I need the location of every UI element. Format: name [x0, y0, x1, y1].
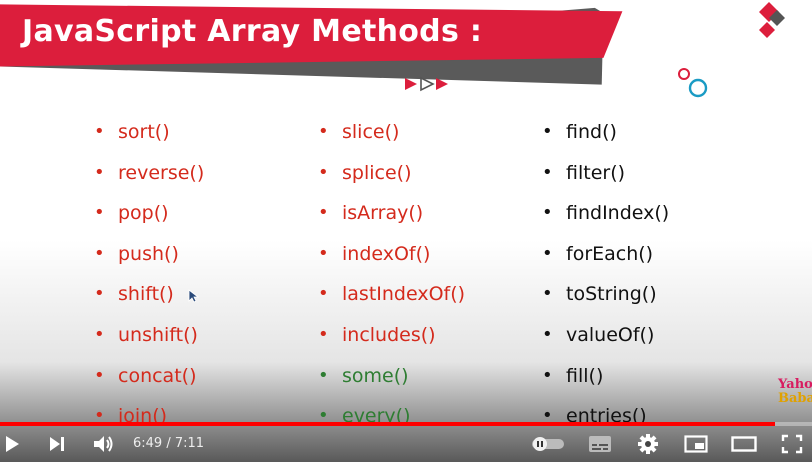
volume-button[interactable]: [90, 426, 118, 462]
play-icon: [6, 436, 19, 452]
diamond-logo-icon: [759, 2, 785, 38]
bullet-icon: •: [94, 121, 105, 142]
bullet-icon: •: [94, 283, 105, 305]
method-name: fill(): [566, 364, 604, 387]
bullet-icon: •: [542, 121, 553, 142]
autoplay-toggle[interactable]: [530, 426, 566, 462]
method-list-item: • valueOf(): [542, 317, 669, 358]
fullscreen-button[interactable]: [778, 426, 806, 462]
bullet-icon: •: [318, 323, 329, 345]
method-list-item: • concat(): [94, 358, 204, 399]
watermark-line-1: Yahoo: [778, 377, 812, 392]
bullet-icon: •: [318, 202, 329, 224]
bullet-icon: •: [542, 202, 553, 224]
method-name: unshift(): [118, 323, 198, 346]
triple-arrow-icon: [405, 76, 448, 92]
method-name: splice(): [342, 161, 412, 184]
next-icon: [50, 437, 64, 451]
bullet-icon: •: [542, 242, 553, 264]
method-name: forEach(): [566, 242, 654, 265]
bullet-icon: •: [94, 161, 105, 183]
method-name: isArray(): [342, 202, 424, 225]
method-list-column-1: • sort() • reverse() • pop() • push() • shift() • u…: [94, 114, 204, 439]
method-list-item: • sort(): [94, 114, 204, 155]
method-list-item: • find(): [542, 114, 669, 155]
channel-watermark: Yahoo Baba: [778, 378, 812, 406]
player-controls: [0, 426, 812, 462]
next-button[interactable]: [44, 426, 70, 462]
settings-gear-icon: [638, 434, 658, 454]
method-list-item: • fill(): [542, 358, 669, 399]
bullet-icon: •: [542, 364, 553, 386]
method-list-item: • splice(): [318, 155, 465, 196]
method-name: find(): [566, 121, 617, 143]
method-list-item: • filter(): [542, 155, 669, 196]
method-name: slice(): [342, 121, 400, 143]
mouse-cursor-icon: [188, 289, 200, 303]
method-name: pop(): [118, 202, 169, 225]
bullet-icon: •: [542, 283, 553, 305]
bullet-icon: •: [542, 161, 553, 183]
method-list-item: • reverse(): [94, 155, 204, 196]
bullet-icon: •: [94, 242, 105, 264]
miniplayer-icon: [684, 435, 708, 453]
subtitles-button[interactable]: [586, 426, 614, 462]
circles-decoration-icon: [678, 68, 708, 98]
bullet-icon: •: [318, 161, 329, 183]
method-list-item: • findIndex(): [542, 195, 669, 236]
method-list-item: • includes(): [318, 317, 465, 358]
method-list-item: • unshift(): [94, 317, 204, 358]
time-display: 6:49 / 7:11: [133, 436, 205, 451]
method-name: concat(): [118, 364, 197, 387]
method-name: valueOf(): [566, 323, 655, 346]
method-name: toString(): [566, 283, 657, 306]
settings-button[interactable]: [634, 426, 662, 462]
method-list-item: • pop(): [94, 195, 204, 236]
bullet-icon: •: [318, 242, 329, 264]
slide-title: JavaScript Array Methods :: [22, 14, 483, 49]
miniplayer-button[interactable]: [682, 426, 710, 462]
method-name: indexOf(): [342, 242, 431, 265]
method-list-item: • isArray(): [318, 195, 465, 236]
method-name: some(): [342, 364, 409, 387]
watermark-line-2: Baba: [778, 391, 812, 406]
slide: JavaScript Array Methods : • sort() • rever…: [0, 0, 812, 462]
method-name: sort(): [118, 121, 170, 143]
bullet-icon: •: [318, 364, 329, 386]
method-list-column-2: • slice() • splice() • isArray() • indexOf() • la…: [318, 114, 465, 439]
bullet-icon: •: [542, 323, 553, 345]
method-name: findIndex(): [566, 202, 670, 225]
method-list-item: • toString(): [542, 276, 669, 317]
method-list-item: • push(): [94, 236, 204, 277]
method-name: lastIndexOf(): [342, 283, 466, 306]
method-list-item: • slice(): [318, 114, 465, 155]
theater-mode-icon: [731, 436, 757, 452]
bullet-icon: •: [318, 121, 329, 142]
volume-icon: [94, 436, 113, 452]
method-list-column-3: • find() • filter() • findIndex() • forEach() • t…: [542, 114, 669, 439]
bullet-icon: •: [94, 202, 105, 224]
bullet-icon: •: [94, 323, 105, 345]
method-list-item: • indexOf(): [318, 236, 465, 277]
method-name: filter(): [566, 161, 626, 184]
method-list-item: • lastIndexOf(): [318, 276, 465, 317]
bullet-icon: •: [94, 364, 105, 386]
method-list-item: • forEach(): [542, 236, 669, 277]
method-name: push(): [118, 242, 179, 265]
method-name: shift(): [118, 283, 174, 306]
subtitles-icon: [589, 436, 611, 452]
method-name: reverse(): [118, 161, 205, 184]
autoplay-toggle-icon: [532, 437, 564, 451]
method-list-item: • some(): [318, 358, 465, 399]
theater-mode-button[interactable]: [728, 426, 760, 462]
bullet-icon: •: [318, 283, 329, 305]
play-button[interactable]: [0, 426, 24, 462]
method-name: includes(): [342, 323, 436, 346]
fullscreen-icon: [781, 434, 803, 454]
